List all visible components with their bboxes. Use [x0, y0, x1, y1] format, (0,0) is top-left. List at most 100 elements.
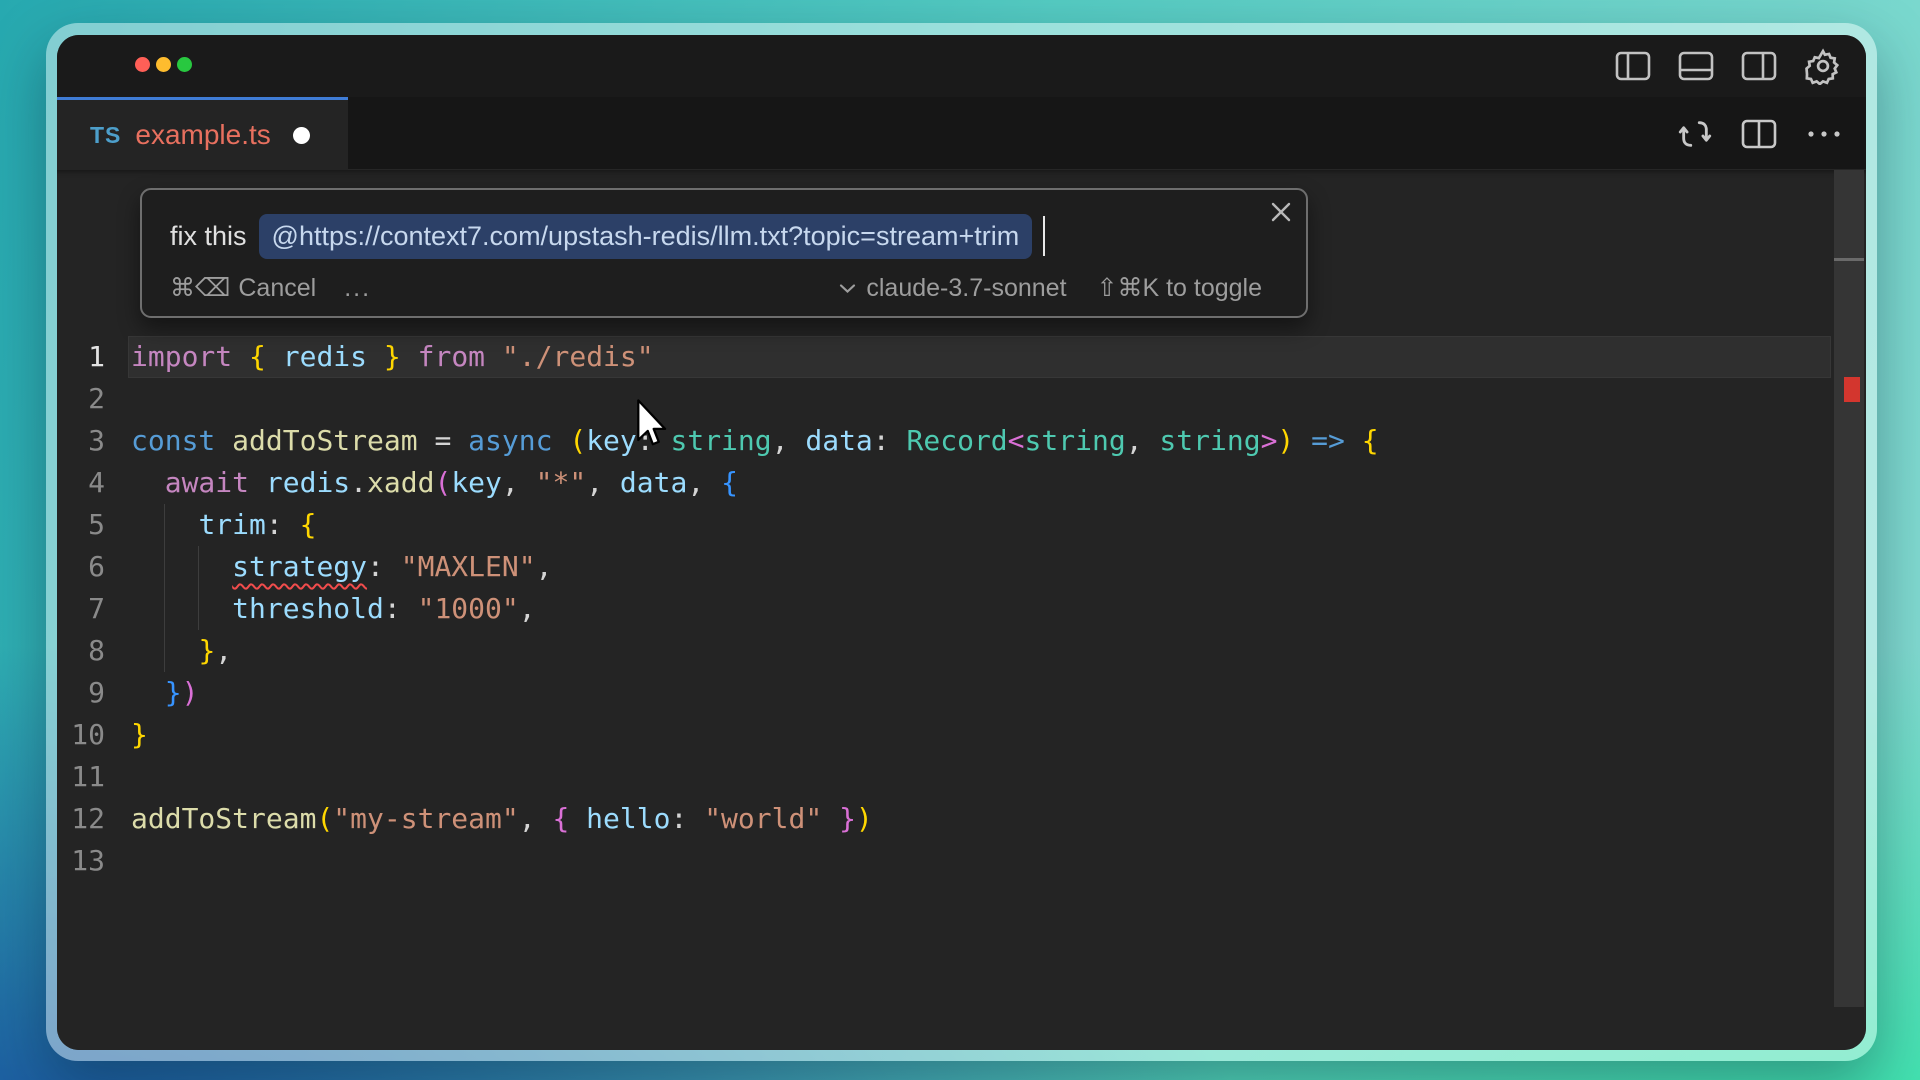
toggle-bottom-panel-icon[interactable] [1678, 51, 1714, 81]
code-token: from [418, 340, 485, 373]
code-token: threshold [232, 592, 384, 625]
titlebar-actions [1615, 35, 1842, 97]
code-token [367, 340, 384, 373]
split-editor-icon[interactable] [1741, 119, 1777, 149]
code-token: redis [266, 466, 350, 499]
model-selector[interactable]: claude-3.7-sonnet [839, 274, 1066, 303]
code-token: "*" [536, 466, 587, 499]
code-token [485, 340, 502, 373]
code-token: data [805, 424, 872, 457]
editor-actions [1678, 97, 1842, 170]
prompt-input[interactable]: fix this @https://context7.com/upstash-r… [170, 212, 1246, 260]
inline-prompt-widget: fix this @https://context7.com/upstash-r… [140, 188, 1308, 318]
code-token [552, 424, 569, 457]
more-actions-icon[interactable] [1806, 128, 1842, 140]
code-token: "my-stream" [333, 802, 518, 835]
toggle-left-panel-icon[interactable] [1615, 51, 1651, 81]
code-token: Record [907, 424, 1008, 457]
zoom-window-button[interactable] [177, 57, 192, 72]
code-token: : [637, 424, 671, 457]
code-token: trim [198, 508, 265, 541]
line-number: 5 [57, 504, 105, 546]
code-token: string [670, 424, 771, 457]
code-token: , [215, 634, 232, 667]
code-token: : [266, 508, 300, 541]
code-token [131, 592, 232, 625]
code-token [266, 340, 283, 373]
code-token: redis [283, 340, 367, 373]
code-token: hello [586, 802, 670, 835]
code-token [131, 550, 232, 583]
code-token: : [367, 550, 401, 583]
code-token: { [721, 466, 738, 499]
code-token: key [586, 424, 637, 457]
cancel-label: Cancel [238, 274, 316, 303]
open-changes-icon[interactable] [1678, 117, 1712, 151]
code-token: data [620, 466, 687, 499]
code-token: , [502, 466, 536, 499]
scrollbar[interactable] [1834, 170, 1864, 1007]
code-line: }, [131, 630, 232, 672]
code-token: } [839, 802, 856, 835]
code-token: async [468, 424, 552, 457]
code-token: "MAXLEN" [401, 550, 536, 583]
code-token: ) [1277, 424, 1294, 457]
code-token: string [1025, 424, 1126, 457]
prompt-text: fix this [170, 221, 247, 252]
line-number: 13 [57, 840, 105, 882]
code-editor[interactable]: 1import { redis } from "./redis"23const … [57, 170, 1866, 1050]
code-token: > [1261, 424, 1278, 457]
typescript-file-icon: TS [90, 122, 121, 149]
code-line: strategy: "MAXLEN", [131, 546, 552, 588]
mention-chip[interactable]: @https://context7.com/upstash-redis/llm.… [259, 214, 1033, 259]
cancel-shortcut-keys: ⌘⌫ [170, 273, 230, 303]
code-token: await [165, 466, 249, 499]
line-number: 2 [57, 378, 105, 420]
code-token: { [1362, 424, 1379, 457]
close-prompt-button[interactable] [1268, 199, 1294, 225]
code-token: xadd [367, 466, 434, 499]
code-token: , [536, 550, 553, 583]
settings-gear-icon[interactable] [1804, 47, 1842, 85]
code-token: "./redis" [502, 340, 654, 373]
code-token: import [131, 340, 232, 373]
code-token: { [552, 802, 569, 835]
line-number: 4 [57, 462, 105, 504]
line-number: 7 [57, 588, 105, 630]
overview-ruler-error-mark [1844, 377, 1860, 402]
code-token: } [131, 718, 148, 751]
close-window-button[interactable] [135, 57, 150, 72]
prompt-right-controls: claude-3.7-sonnet ⇧⌘K to toggle [839, 273, 1262, 303]
code-line: await redis.xadd(key, "*", data, { [131, 462, 738, 504]
code-token: = [418, 424, 469, 457]
line-number: 6 [57, 546, 105, 588]
code-token: , [1126, 424, 1160, 457]
minimize-window-button[interactable] [156, 57, 171, 72]
code-token: const [131, 424, 215, 457]
titlebar[interactable] [57, 35, 1866, 97]
line-number: 10 [57, 714, 105, 756]
cancel-button[interactable]: ⌘⌫ Cancel [170, 273, 316, 303]
code-token: } [165, 676, 182, 709]
code-line: threshold: "1000", [131, 588, 536, 630]
toggle-right-panel-icon[interactable] [1741, 51, 1777, 81]
code-token [249, 466, 266, 499]
code-token: } [198, 634, 215, 667]
code-token [131, 466, 165, 499]
code-token [822, 802, 839, 835]
code-line: }) [131, 672, 198, 714]
code-token [401, 340, 418, 373]
tab-example-ts[interactable]: TS example.ts [57, 97, 348, 170]
code-token: , [586, 466, 620, 499]
code-token [232, 340, 249, 373]
code-token: key [451, 466, 502, 499]
desktop-background: TS example.ts [0, 0, 1920, 1080]
unsaved-changes-dot[interactable] [293, 127, 310, 144]
code-token: ) [856, 802, 873, 835]
code-token: "1000" [418, 592, 519, 625]
code-token [215, 424, 232, 457]
code-token: { [300, 508, 317, 541]
chevron-down-icon [839, 283, 856, 294]
more-options-button[interactable]: ... [344, 274, 371, 303]
code-token: < [1008, 424, 1025, 457]
